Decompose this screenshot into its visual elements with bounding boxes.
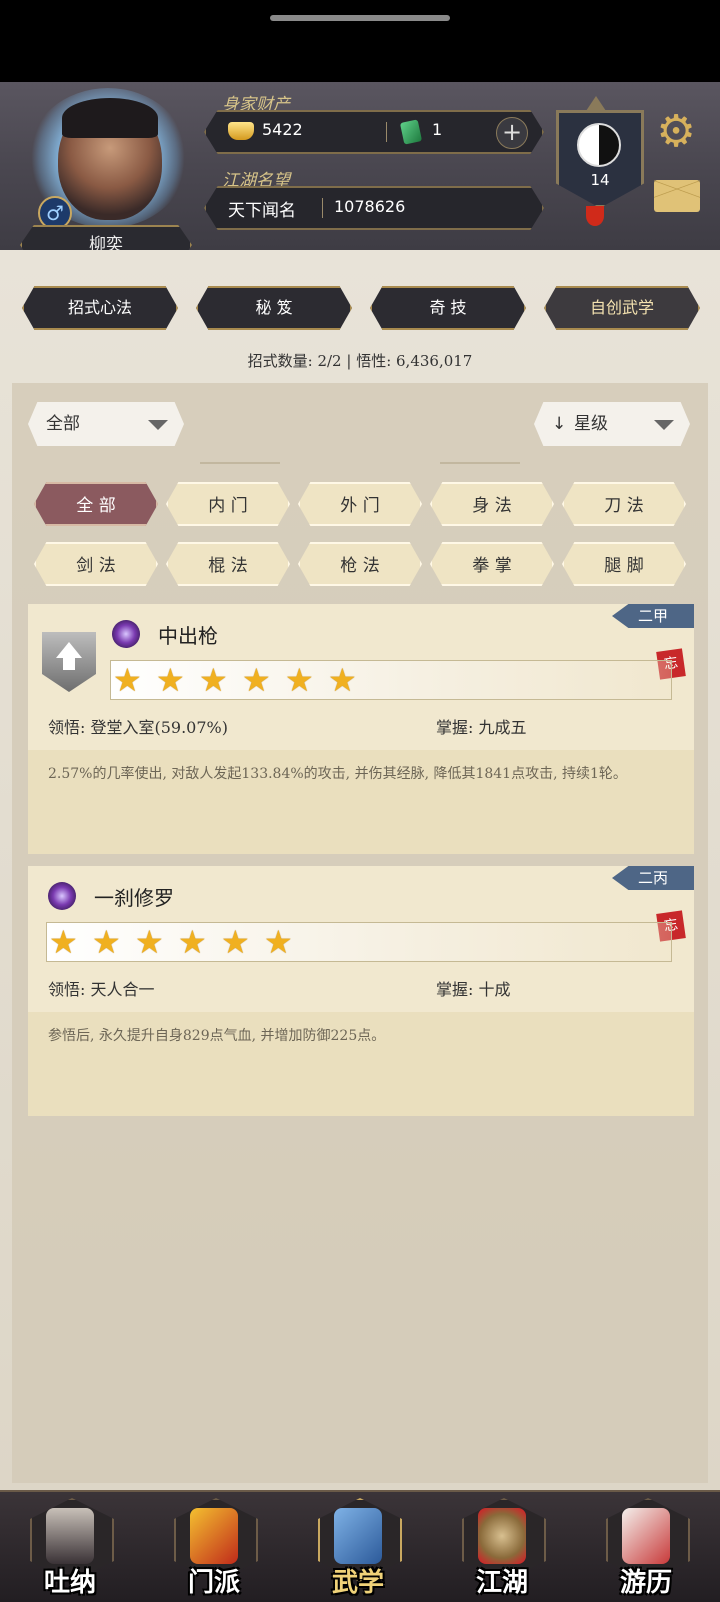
nav-label: 游历 xyxy=(619,1568,672,1598)
skill-type-icon xyxy=(112,620,140,648)
gold-amount: 5422 xyxy=(262,120,303,139)
divider xyxy=(386,122,387,142)
gear-icon[interactable]: ⚙ xyxy=(652,108,700,156)
skill-description: 参悟后, 永久提升自身829点气血, 并增加防御225点。 xyxy=(48,1028,386,1044)
nav-label: 吐纳 xyxy=(43,1568,96,1598)
skill-name: 一刹修罗 xyxy=(94,886,174,910)
ornament-line xyxy=(200,462,280,464)
straw-hat-icon xyxy=(478,1508,526,1564)
male-icon: ♂ xyxy=(38,196,72,230)
star-icon: ★ xyxy=(156,661,185,699)
up-arrow-stem xyxy=(63,658,75,670)
star-icon: ★ xyxy=(242,661,271,699)
filter-sword[interactable]: 剑 法 xyxy=(34,542,158,586)
sort-dropdown[interactable]: ↓ 星级 xyxy=(534,402,690,446)
sort-value: 星级 xyxy=(574,414,608,434)
chevron-down-icon xyxy=(654,420,674,430)
jade-amount: 1 xyxy=(432,120,443,139)
star-icon: ★ xyxy=(264,923,293,961)
mail-icon[interactable] xyxy=(654,180,700,212)
skill-stats: 招式数量: 2/2 | 悟性: 6,436,017 xyxy=(247,352,473,370)
comprehension-label: 领悟: 天人合一 xyxy=(48,980,155,999)
nav-label: 江湖 xyxy=(475,1568,528,1598)
tab-moves[interactable]: 招式心法 xyxy=(22,286,178,330)
fame-bar: 天下闻名 1078626 xyxy=(204,186,544,230)
fame-value: 1078626 xyxy=(334,197,406,216)
filter-staff[interactable]: 棍 法 xyxy=(166,542,290,586)
book-icon xyxy=(334,1508,382,1564)
nav-sect[interactable]: 门派 xyxy=(164,1492,264,1602)
comprehension-label: 领悟: 登堂入室(59.07%) xyxy=(48,718,228,737)
star-icon: ★ xyxy=(178,923,207,961)
rank-level: 14 xyxy=(590,171,610,189)
fame-title: 天下闻名 xyxy=(228,201,296,221)
yinyang-icon xyxy=(577,123,621,167)
skill-name: 中出枪 xyxy=(158,624,218,648)
gold-ingot-icon xyxy=(228,122,254,140)
mastery-label: 掌握: 九成五 xyxy=(436,718,527,737)
filter-leg[interactable]: 腿 脚 xyxy=(562,542,686,586)
mastery-label: 掌握: 十成 xyxy=(436,980,511,999)
avatar[interactable]: ♂ xyxy=(18,88,198,230)
category-dropdown[interactable]: 全部 xyxy=(28,402,184,446)
skill-card[interactable]: 二丙 忘 一刹修罗 ★ ★ ★ ★ ★ ★ 领悟: 天人合一 掌握: 十成 参悟… xyxy=(28,866,694,1116)
filter-movement[interactable]: 身 法 xyxy=(430,482,554,526)
filter-fist[interactable]: 拳 掌 xyxy=(430,542,554,586)
divider xyxy=(322,198,323,218)
chevron-down-icon xyxy=(148,420,168,430)
tab-self-created[interactable]: 自创武学 xyxy=(544,286,700,330)
tab-secret-manuals[interactable]: 秘 笈 xyxy=(196,286,352,330)
nav-breathing[interactable]: 吐纳 xyxy=(20,1492,120,1602)
nav-label: 武学 xyxy=(331,1568,384,1598)
jade-icon xyxy=(399,119,423,145)
dropdown-value: 全部 xyxy=(46,414,80,434)
star-icon: ★ xyxy=(221,923,250,961)
star-rating: ★ ★ ★ ★ ★ ★ xyxy=(46,922,672,962)
tab-special-skills[interactable]: 奇 技 xyxy=(370,286,526,330)
monk-icon xyxy=(46,1508,94,1564)
filter-all[interactable]: 全 部 xyxy=(34,482,158,526)
filter-outer[interactable]: 外 门 xyxy=(298,482,422,526)
grade-tag: 二甲 xyxy=(612,604,694,628)
star-icon: ★ xyxy=(285,661,314,699)
skill-card[interactable]: 二甲 忘 中出枪 ★ ★ ★ ★ ★ ★ 领悟: 登堂入室(59.07%) 掌握… xyxy=(28,604,694,854)
nav-martial-arts[interactable]: 武学 xyxy=(308,1492,408,1602)
filter-blade[interactable]: 刀 法 xyxy=(562,482,686,526)
nav-travel[interactable]: 游历 xyxy=(596,1492,696,1602)
star-icon: ★ xyxy=(135,923,164,961)
add-currency-button[interactable]: + xyxy=(496,117,528,149)
star-icon: ★ xyxy=(328,661,357,699)
tassel-icon xyxy=(586,206,604,226)
up-arrow-icon xyxy=(56,642,82,658)
nav-jianghu[interactable]: 江湖 xyxy=(452,1492,552,1602)
horse-icon xyxy=(622,1508,670,1564)
skill-type-icon xyxy=(48,882,76,910)
sort-arrow-icon: ↓ xyxy=(552,414,567,434)
star-icon: ★ xyxy=(113,661,142,699)
star-icon: ★ xyxy=(92,923,121,961)
filter-inner[interactable]: 内 门 xyxy=(166,482,290,526)
system-status-bar xyxy=(0,0,720,82)
wealth-bar: 5422 1 + xyxy=(204,110,544,154)
star-rating: ★ ★ ★ ★ ★ ★ xyxy=(110,660,672,700)
top-handle xyxy=(270,15,450,21)
star-icon: ★ xyxy=(49,923,78,961)
grade-tag: 二丙 xyxy=(612,866,694,890)
bottom-nav: 吐纳 门派 武学 江湖 游历 xyxy=(0,1490,720,1602)
star-icon: ★ xyxy=(199,661,228,699)
nav-label: 门派 xyxy=(187,1568,240,1598)
avatar-hair xyxy=(62,98,158,138)
sect-flag-icon xyxy=(190,1508,238,1564)
filter-spear[interactable]: 枪 法 xyxy=(298,542,422,586)
ornament-line xyxy=(440,462,520,464)
skill-description: 2.57%的几率使出, 对敌人发起133.84%的攻击, 并伤其经脉, 降低其1… xyxy=(48,766,627,782)
